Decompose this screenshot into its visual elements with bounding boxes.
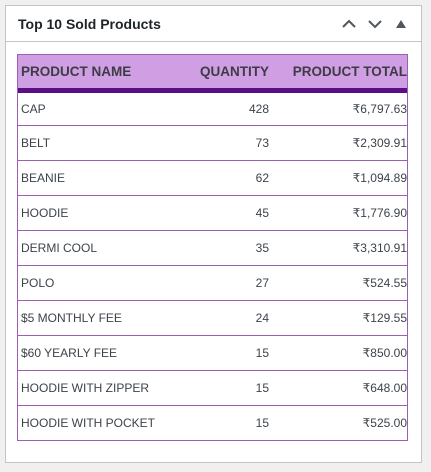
- cell-quantity: 27: [184, 264, 273, 300]
- triangle-up-icon[interactable]: [391, 14, 411, 34]
- chevron-down-icon[interactable]: [365, 14, 385, 34]
- cell-product-name: HOODIE: [18, 194, 184, 230]
- cell-product-total: ₹1,776.90: [273, 194, 407, 230]
- cell-product-name: HOODIE WITH ZIPPER: [18, 369, 184, 405]
- cell-product-name: BELT: [18, 124, 184, 160]
- widget-header: Top 10 Sold Products: [6, 6, 421, 42]
- cell-product-name: POLO: [18, 264, 184, 300]
- cell-product-name: $5 MONTHLY FEE: [18, 299, 184, 335]
- cell-product-total: ₹1,094.89: [273, 159, 407, 195]
- header-product-total: PRODUCT TOTAL: [273, 55, 407, 93]
- header-quantity: QUANTITY: [184, 55, 273, 93]
- cell-quantity: 62: [184, 159, 273, 195]
- table-row: DERMI COOL 35 ₹3,310.91: [18, 229, 407, 265]
- widget-title: Top 10 Sold Products: [18, 15, 161, 32]
- cell-product-total: ₹850.00: [273, 334, 407, 370]
- cell-quantity: 15: [184, 404, 273, 440]
- table-row: $5 MONTHLY FEE 24 ₹129.55: [18, 299, 407, 335]
- chevron-up-icon[interactable]: [339, 14, 359, 34]
- table-row: POLO 27 ₹524.55: [18, 264, 407, 300]
- cell-product-total: ₹6,797.63: [352, 101, 407, 116]
- products-table: PRODUCT NAME QUANTITY PRODUCT TOTAL CAP …: [18, 55, 407, 440]
- table-row: $60 YEARLY FEE 15 ₹850.00: [18, 334, 407, 370]
- table-row: HOODIE 45 ₹1,776.90: [18, 194, 407, 230]
- cell-quantity: 428: [248, 101, 269, 116]
- header-product-name: PRODUCT NAME: [18, 55, 184, 93]
- cell-product-name: DERMI COOL: [18, 229, 184, 265]
- cell-product-total: ₹525.00: [273, 404, 407, 440]
- cell-product-name: CAP: [21, 101, 46, 116]
- cell-quantity: 15: [184, 369, 273, 405]
- cell-quantity: 45: [184, 194, 273, 230]
- cell-product-total: ₹2,309.91: [273, 124, 407, 160]
- cell-product-name: BEANIE: [18, 159, 184, 195]
- top-sold-products-widget: Top 10 Sold Products PRODUCT NAME QUANTI…: [5, 5, 422, 463]
- cell-quantity: 24: [184, 299, 273, 335]
- cell-product-total: ₹524.55: [273, 264, 407, 300]
- table-row: CAP 428 ₹6,797.63: [18, 90, 407, 125]
- products-table-container: PRODUCT NAME QUANTITY PRODUCT TOTAL CAP …: [17, 54, 408, 441]
- table-row: HOODIE WITH POCKET 15 ₹525.00: [18, 404, 407, 440]
- cell-product-total: ₹3,310.91: [273, 229, 407, 265]
- cell-quantity: 73: [184, 124, 273, 160]
- cell-product-total: ₹648.00: [273, 369, 407, 405]
- cell-quantity: 15: [184, 334, 273, 370]
- table-header-row: PRODUCT NAME QUANTITY PRODUCT TOTAL: [18, 55, 407, 93]
- table-row: BEANIE 62 ₹1,094.89: [18, 159, 407, 195]
- cell-quantity: 35: [184, 229, 273, 265]
- table-row: HOODIE WITH ZIPPER 15 ₹648.00: [18, 369, 407, 405]
- widget-controls: [339, 14, 411, 34]
- cell-product-total: ₹129.55: [273, 299, 407, 335]
- cell-product-name: HOODIE WITH POCKET: [18, 404, 184, 440]
- cell-product-name: $60 YEARLY FEE: [18, 334, 184, 370]
- table-row: BELT 73 ₹2,309.91: [18, 124, 407, 160]
